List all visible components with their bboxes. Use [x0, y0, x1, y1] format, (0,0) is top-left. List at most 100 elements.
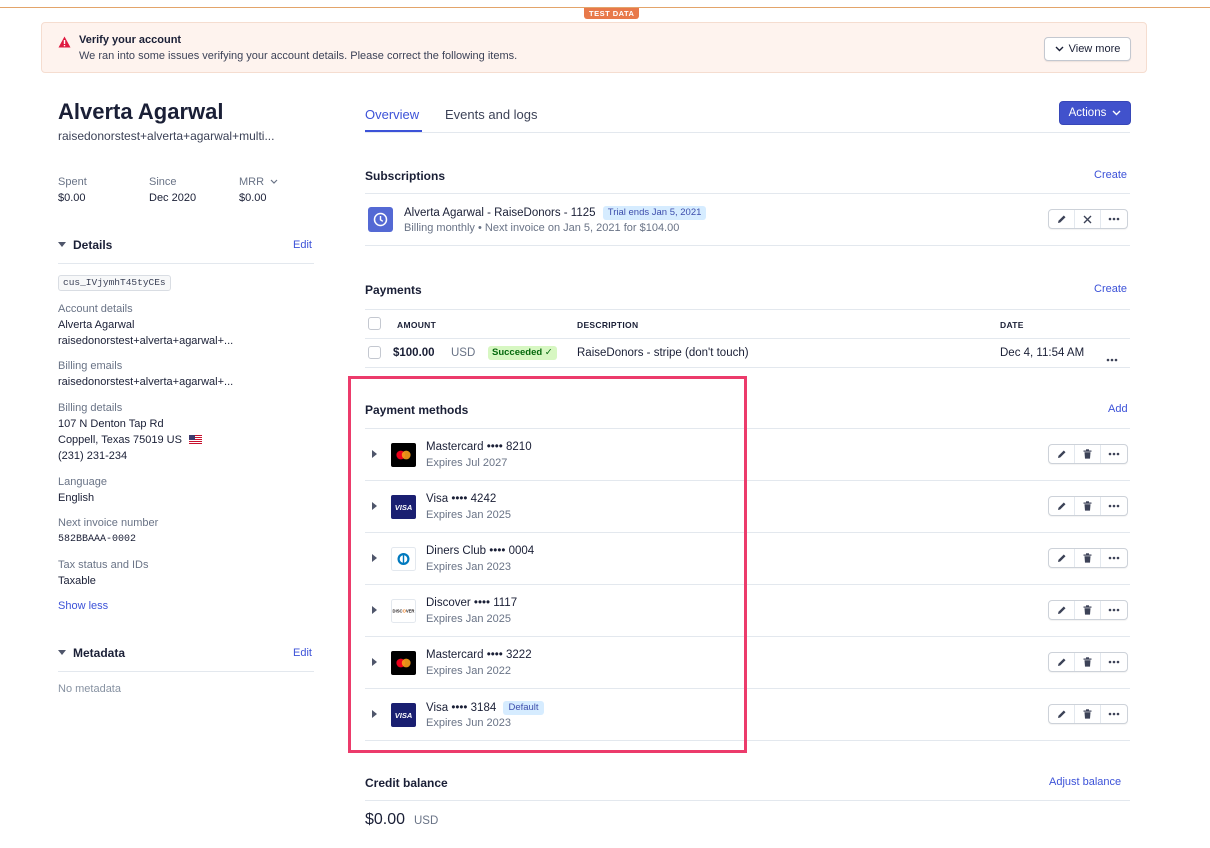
edit-payment-method-button[interactable] [1049, 653, 1075, 671]
pencil-icon [1057, 710, 1065, 718]
show-less-link[interactable]: Show less [58, 600, 108, 612]
more-subscription-button[interactable] [1101, 210, 1127, 228]
collapse-caret-icon [58, 242, 66, 247]
column-date: DATE [1000, 320, 1024, 330]
stat-mrr-label[interactable]: MRR [239, 176, 278, 188]
delete-payment-method-button[interactable] [1075, 601, 1101, 619]
payment-row-checkbox[interactable] [368, 346, 381, 359]
payment-method-actions [1048, 496, 1128, 516]
cancel-subscription-button[interactable] [1075, 210, 1101, 228]
pencil-icon [1057, 450, 1065, 458]
details-heading: Details [73, 238, 113, 252]
subscriptions-create-link[interactable]: Create [1094, 169, 1127, 181]
address-line-2-text: Coppell, Texas 75019 US [58, 434, 182, 446]
language-value: English [58, 492, 95, 504]
payment-method-actions [1048, 444, 1128, 464]
mrr-label-text: MRR [239, 176, 265, 188]
actions-button[interactable]: Actions [1059, 101, 1131, 125]
more-payment-method-button[interactable] [1101, 549, 1127, 567]
edit-payment-method-button[interactable] [1049, 601, 1075, 619]
delete-payment-method-button[interactable] [1075, 549, 1101, 567]
payments-create-link[interactable]: Create [1094, 283, 1127, 295]
trash-icon [1083, 709, 1092, 719]
collapse-caret-icon [58, 650, 66, 655]
payment-methods-add-link[interactable]: Add [1108, 403, 1128, 415]
account-email: raisedonorstest+alverta+agarwal+... [58, 335, 234, 347]
close-icon [1083, 215, 1092, 223]
payment-date: Dec 4, 11:54 AM [1000, 347, 1085, 359]
subscriptions-bottom-divider [365, 245, 1130, 246]
metadata-edit-link[interactable]: Edit [293, 647, 312, 659]
edit-payment-method-button[interactable] [1049, 497, 1075, 515]
warning-icon [58, 36, 71, 48]
more-payment-method-button[interactable] [1101, 653, 1127, 671]
more-horizontal-icon [1106, 358, 1118, 362]
stat-since-value: Dec 2020 [149, 192, 197, 204]
payment-currency: USD [451, 347, 476, 359]
tax-status-value: Taxable [58, 575, 96, 587]
details-toggle[interactable]: Details [58, 238, 112, 252]
payments-heading: Payments [365, 283, 422, 297]
address-line-1: 107 N Denton Tap Rd [58, 418, 164, 430]
tabs-divider [365, 132, 1130, 133]
customer-name: Alverta Agarwal [58, 99, 224, 124]
subscriptions-divider [365, 193, 1130, 194]
more-payment-method-button[interactable] [1101, 601, 1127, 619]
credit-balance-amount: $0.00 [365, 811, 406, 828]
stat-since-label: Since [149, 176, 177, 188]
trash-icon [1083, 605, 1092, 615]
chevron-down-icon [270, 179, 278, 184]
pencil-icon [1057, 658, 1065, 666]
select-all-checkbox[interactable] [368, 317, 381, 330]
details-edit-link[interactable]: Edit [293, 239, 312, 251]
billing-details-label: Billing details [58, 402, 123, 414]
edit-payment-method-button[interactable] [1049, 445, 1075, 463]
no-metadata-text: No metadata [58, 683, 121, 695]
view-more-button[interactable]: View more [1044, 37, 1131, 61]
pencil-icon [1057, 502, 1065, 510]
stat-mrr-value: $0.00 [239, 192, 267, 204]
metadata-heading: Metadata [73, 646, 126, 660]
payment-method-actions [1048, 652, 1128, 672]
payment-description[interactable]: RaiseDonors - stripe (don't touch) [577, 347, 749, 359]
metadata-toggle[interactable]: Metadata [58, 646, 125, 660]
more-horizontal-icon [1108, 504, 1120, 508]
tab-overview[interactable]: Overview [365, 107, 419, 122]
subscription-title[interactable]: Alverta Agarwal - RaiseDonors - 1125 Tri… [404, 206, 707, 220]
delete-payment-method-button[interactable] [1075, 497, 1101, 515]
edit-subscription-button[interactable] [1049, 210, 1075, 228]
delete-payment-method-button[interactable] [1075, 705, 1101, 723]
column-amount: AMOUNT [397, 320, 437, 330]
more-payment-method-button[interactable] [1101, 497, 1127, 515]
tab-events-and-logs[interactable]: Events and logs [445, 107, 538, 122]
banner-title: Verify your account [79, 34, 182, 46]
more-payment-method-button[interactable] [1101, 445, 1127, 463]
billing-emails-label: Billing emails [58, 360, 123, 372]
banner-description: We ran into some issues verifying your a… [79, 50, 518, 62]
payments-divider [365, 309, 1130, 310]
chevron-down-icon [1055, 46, 1064, 52]
edit-payment-method-button[interactable] [1049, 705, 1075, 723]
payments-bottom-divider [365, 367, 1130, 368]
payment-more-button[interactable] [1106, 351, 1118, 365]
delete-payment-method-button[interactable] [1075, 653, 1101, 671]
next-invoice-value: 582BBAAA-0002 [58, 534, 137, 545]
pencil-icon [1057, 215, 1065, 223]
subscription-subtitle: Billing monthly • Next invoice on Jan 5,… [404, 222, 680, 234]
more-horizontal-icon [1108, 608, 1120, 612]
payment-amount: $100.00 [393, 347, 435, 359]
succeeded-badge: Succeeded ✓ [488, 346, 557, 360]
adjust-balance-link[interactable]: Adjust balance [1049, 776, 1121, 788]
language-label: Language [58, 476, 107, 488]
delete-payment-method-button[interactable] [1075, 445, 1101, 463]
clock-icon [368, 207, 393, 232]
more-horizontal-icon [1108, 217, 1120, 221]
actions-label: Actions [1068, 107, 1107, 119]
more-horizontal-icon [1108, 452, 1120, 456]
customer-id[interactable]: cus_IVjymhT45tyCEs [58, 275, 171, 291]
us-flag-icon [189, 435, 202, 444]
edit-payment-method-button[interactable] [1049, 549, 1075, 567]
more-payment-method-button[interactable] [1101, 705, 1127, 723]
payment-method-actions [1048, 548, 1128, 568]
payments-header-divider [365, 338, 1130, 339]
